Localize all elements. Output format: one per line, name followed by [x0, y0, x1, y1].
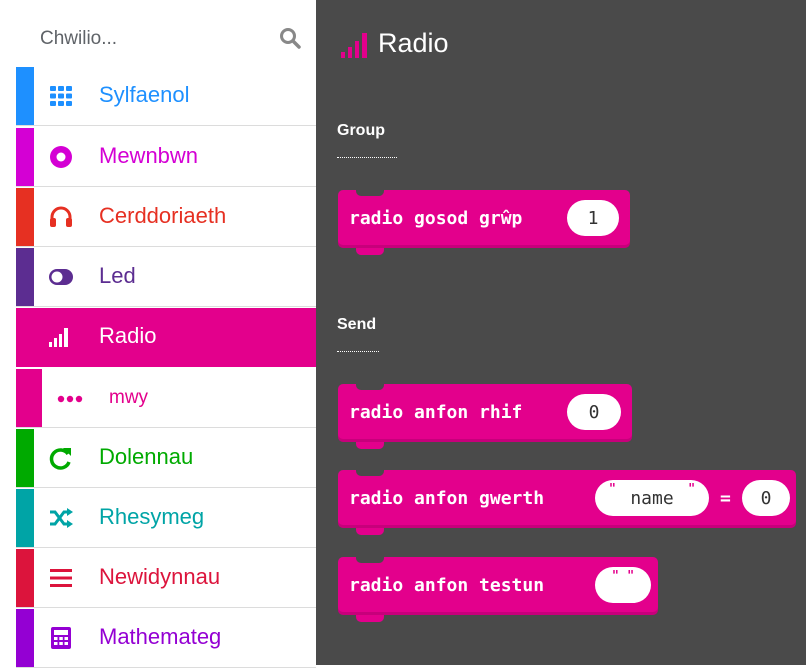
radio-send-number-block[interactable]: radio anfon rhif 0 — [338, 384, 632, 449]
search-box[interactable]: Chwilio... — [16, 0, 316, 67]
input-value: 0 — [760, 488, 772, 509]
block-tab — [356, 615, 384, 622]
category-label: Rhesymeg — [99, 504, 205, 529]
radio-set-group-block[interactable]: radio gosod grŵp 1 — [338, 190, 630, 255]
category-label: Mewnbwn — [99, 143, 199, 168]
block-text: radio anfon rhif — [349, 402, 523, 423]
category-color-bar — [16, 128, 34, 186]
group-divider — [337, 157, 397, 158]
radio-send-string-block[interactable]: radio anfon testun " " — [338, 557, 658, 622]
input-value: 1 — [587, 208, 599, 229]
loop-arrow-icon — [49, 448, 71, 470]
category-newidynnau[interactable]: Newidynnau — [16, 549, 316, 608]
signal-bars-icon — [49, 328, 68, 347]
circle-dot-icon — [50, 146, 72, 168]
calculator-icon — [51, 627, 71, 649]
block-tab — [356, 528, 384, 535]
category-label: Radio — [99, 323, 157, 348]
category-label: mwy — [109, 387, 149, 408]
block-text: radio anfon testun — [349, 575, 545, 596]
category-dolennau[interactable]: Dolennau — [16, 429, 316, 488]
block-tab — [356, 442, 384, 449]
radio-send-value-block[interactable]: radio anfon gwerth " name " = 0 — [338, 470, 796, 535]
category-rhesymeg[interactable]: Rhesymeg — [16, 489, 316, 548]
group-heading-send: Send — [337, 316, 377, 333]
category-mewnbwn[interactable]: Mewnbwn — [16, 128, 316, 187]
ellipsis-icon — [57, 395, 83, 403]
value-number-input[interactable]: 0 — [742, 480, 790, 516]
quote-icon: " — [627, 569, 634, 584]
block-notch — [356, 384, 384, 390]
block-notch — [356, 190, 384, 196]
category-label: Dolennau — [99, 444, 194, 469]
category-color-bar — [16, 188, 34, 246]
flyout-title: Radio — [378, 28, 449, 58]
category-color-bar — [16, 369, 42, 427]
search-icon[interactable] — [278, 26, 302, 50]
category-label: Mathemateg — [99, 624, 222, 649]
radio-flyout: Radio Group radio gosod grŵp 1 Send radi… — [316, 0, 806, 665]
quote-icon: " — [688, 482, 695, 497]
search-input[interactable]: Chwilio... — [40, 28, 117, 50]
category-color-bar — [16, 67, 34, 125]
block-notch — [356, 470, 384, 476]
category-label: Cerddoriaeth — [99, 203, 227, 228]
category-label: Sylfaenol — [99, 82, 190, 107]
block-text: radio gosod grŵp — [349, 208, 523, 229]
category-color-bar — [16, 429, 34, 487]
toolbox-sidebar: Chwilio... Sylfaenol Mewnbwn Cerddoriaet… — [0, 0, 316, 668]
category-color-bar — [16, 489, 34, 547]
shuffle-icon — [50, 508, 73, 528]
category-radio[interactable]: Radio — [16, 308, 316, 367]
input-value: 0 — [588, 402, 600, 423]
group-divider — [337, 351, 379, 352]
category-color-bar — [16, 609, 34, 667]
name-string-input[interactable]: " name " — [595, 480, 709, 516]
quote-icon: " — [612, 569, 619, 584]
category-sylfaenol[interactable]: Sylfaenol — [16, 67, 316, 126]
grid-icon — [50, 86, 72, 106]
category-cerddoriaeth[interactable]: Cerddoriaeth — [16, 188, 316, 247]
category-label: Led — [99, 263, 136, 288]
headphones-icon — [50, 206, 72, 227]
number-input[interactable]: 0 — [567, 394, 621, 430]
category-led[interactable]: Led — [16, 248, 316, 307]
block-tab — [356, 248, 384, 255]
category-color-bar — [16, 549, 34, 607]
group-heading-group: Group — [337, 122, 385, 139]
category-mathemateg[interactable]: Mathemateg — [16, 609, 316, 668]
equals-sign: = — [720, 488, 731, 509]
group-number-input[interactable]: 1 — [567, 200, 619, 236]
list-lines-icon — [50, 569, 72, 587]
string-input[interactable]: " " — [595, 567, 651, 603]
category-label: Newidynnau — [99, 564, 221, 589]
signal-bars-icon — [341, 33, 367, 58]
block-notch — [356, 557, 384, 563]
category-more[interactable]: mwy — [16, 369, 316, 428]
block-text: radio anfon gwerth — [349, 488, 545, 509]
category-color-bar — [16, 248, 34, 306]
toggle-icon — [49, 269, 73, 285]
